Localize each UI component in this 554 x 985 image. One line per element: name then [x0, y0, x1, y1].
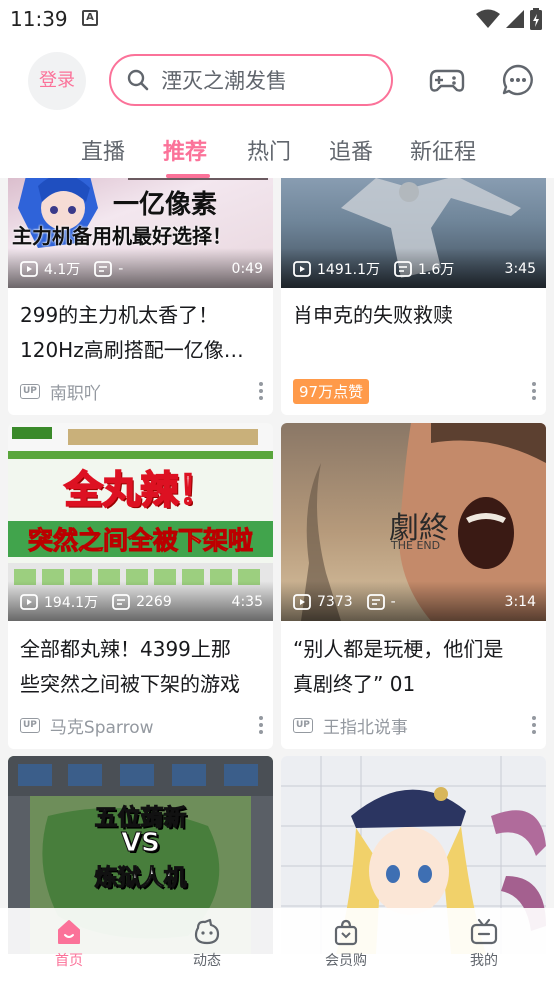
video-card[interactable]: 全丸辣！ 突然之间全被下架啦 194.1万 2269 4:35 全部都丸辣！43…	[8, 423, 273, 749]
more-options-icon[interactable]	[259, 382, 263, 400]
danmaku-count: 2269	[136, 594, 172, 610]
thumbnail-caption-bottom: THE END	[391, 539, 441, 552]
nav-vip-shop-label: 会员购	[325, 953, 367, 969]
channel-tabs: 直播 推荐 热门 追番 新征程	[0, 128, 554, 178]
video-feed[interactable]: 一亿像素 主力机备用机最好选择！ 4.1万 - 0:49 299的主力机太香了！…	[0, 178, 554, 985]
nav-dynamic[interactable]: 动态	[167, 918, 247, 970]
battery-icon	[530, 8, 542, 30]
signal-icon	[506, 10, 524, 28]
danmaku-count: -	[118, 261, 124, 277]
shopping-bag-icon	[334, 919, 358, 946]
nav-home-label: 首页	[55, 953, 83, 969]
nav-vip-shop[interactable]: 会员购	[306, 918, 386, 970]
video-thumbnail[interactable]: 全丸辣！ 突然之间全被下架啦 194.1万 2269 4:35	[8, 423, 273, 621]
wifi-icon	[476, 9, 500, 28]
like-count-badge: 97万点赞	[293, 378, 370, 404]
dynamic-icon	[194, 918, 220, 945]
play-count-icon	[293, 594, 311, 610]
video-meta: 4.1万 - 0:49	[20, 258, 263, 280]
video-title-line1[interactable]: 全部都丸辣！4399上那	[20, 632, 261, 667]
search-input[interactable]: 湮灭之潮发售	[161, 65, 287, 95]
video-title-line2[interactable]: 真剧终了” 01	[293, 667, 534, 702]
danmaku-count: -	[390, 594, 396, 610]
search-bar[interactable]: 湮灭之潮发售	[109, 54, 393, 106]
play-count-icon	[20, 261, 38, 277]
nav-mine-label: 我的	[470, 953, 498, 969]
video-thumbnail[interactable]: 劇終 THE END 7373 - 3:14	[281, 423, 546, 621]
play-count: 194.1万	[44, 595, 99, 611]
status-time: 11:39	[10, 7, 68, 31]
chat-icon[interactable]	[500, 62, 536, 98]
danmaku-icon	[366, 594, 385, 610]
video-title-line2[interactable]: 120Hz高刷搭配一亿像…	[20, 333, 261, 368]
video-meta: 194.1万 2269 4:35	[20, 591, 263, 613]
thumbnail-caption-bottom: 主力机备用机最好选择！	[12, 224, 232, 248]
video-meta: 7373 - 3:14	[293, 591, 536, 613]
more-options-icon[interactable]	[259, 716, 263, 734]
video-duration: 3:14	[504, 594, 536, 610]
video-card[interactable]: 1491.1万 1.6万 3:45 肖申克的失败救赎 97万点赞	[281, 178, 546, 415]
thumbnail-caption-mid: VS	[121, 828, 161, 859]
play-count: 7373	[317, 594, 353, 610]
tab-anime[interactable]: 追番	[329, 134, 373, 166]
video-duration: 4:35	[231, 594, 263, 610]
video-title-line1[interactable]: “别人都是玩梗，他们是	[293, 632, 534, 667]
home-icon	[58, 920, 80, 944]
uploader-row: UP 南职吖	[20, 378, 263, 404]
nav-mine[interactable]: 我的	[444, 918, 524, 970]
top-bar: 11:39 A 登录 湮灭之潮发售 直播 推荐 热门 追番 新征程	[0, 0, 554, 178]
tab-hot[interactable]: 热门	[247, 134, 291, 166]
nav-dynamic-label: 动态	[193, 953, 221, 969]
up-badge-icon: UP	[20, 717, 40, 733]
tab-recommend[interactable]: 推荐	[163, 134, 207, 166]
video-title-line2[interactable]: 些突然之间被下架的游戏	[20, 667, 261, 702]
danmaku-icon	[112, 594, 130, 610]
video-card[interactable]: 一亿像素 主力机备用机最好选择！ 4.1万 - 0:49 299的主力机太香了！…	[8, 178, 273, 415]
login-button[interactable]: 登录	[28, 52, 86, 110]
status-bar: 11:39 A	[0, 0, 554, 36]
thumbnail-caption-top: 全丸辣！	[63, 467, 217, 513]
uploader-row: 97万点赞	[293, 378, 536, 404]
more-options-icon[interactable]	[532, 716, 536, 734]
thumbnail-caption-bottom: 突然之间全被下架啦	[27, 526, 253, 556]
uploader-name[interactable]: 王指北说事	[323, 713, 408, 738]
video-meta: 1491.1万 1.6万 3:45	[293, 258, 536, 280]
play-count: 4.1万	[44, 262, 81, 278]
video-thumbnail[interactable]: 一亿像素 主力机备用机最好选择！ 4.1万 - 0:49	[8, 178, 273, 288]
play-count: 1491.1万	[317, 262, 380, 278]
up-badge-icon: UP	[20, 383, 40, 399]
video-title-line1[interactable]: 299的主力机太香了！	[20, 298, 261, 333]
uploader-row: UP 王指北说事	[293, 712, 536, 738]
video-duration: 3:45	[504, 261, 536, 277]
play-count-icon	[20, 594, 38, 610]
thumbnail-caption-top: 五位蒟新	[94, 805, 187, 832]
uploader-name[interactable]: 马克Sparrow	[50, 713, 154, 738]
tab-new-journey[interactable]: 新征程	[410, 134, 476, 166]
notification-icon: A	[82, 10, 98, 26]
tv-icon	[470, 918, 498, 945]
video-title-line1[interactable]: 肖申克的失败救赎	[293, 298, 534, 333]
more-options-icon[interactable]	[532, 382, 536, 400]
uploader-row: UP 马克Sparrow	[20, 712, 263, 738]
uploader-name[interactable]: 南职吖	[50, 379, 101, 404]
thumbnail-caption-bottom: 炼狱人机	[94, 865, 187, 892]
up-badge-icon: UP	[293, 717, 313, 733]
gamepad-icon[interactable]	[429, 62, 465, 98]
play-count-icon	[293, 261, 311, 277]
danmaku-count: 1.6万	[418, 262, 455, 278]
tab-live[interactable]: 直播	[81, 134, 125, 166]
thumbnail-caption-top: 一亿像素	[113, 190, 218, 220]
nav-home[interactable]: 首页	[29, 918, 109, 970]
video-duration: 0:49	[231, 261, 263, 277]
danmaku-icon	[394, 261, 412, 277]
danmaku-icon	[94, 261, 113, 277]
video-thumbnail[interactable]: 1491.1万 1.6万 3:45	[281, 178, 546, 288]
bottom-navigation: 首页 动态 会员购 我的	[0, 908, 554, 985]
status-icons	[476, 8, 542, 30]
video-card[interactable]: 劇終 THE END 7373 - 3:14 “别人都是玩梗，他们是 真剧终了”…	[281, 423, 546, 749]
search-icon	[127, 69, 149, 91]
